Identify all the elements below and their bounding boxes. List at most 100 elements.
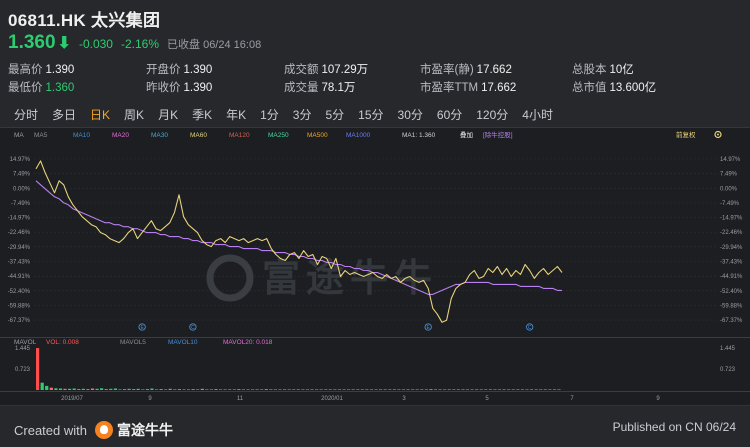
volume-bar — [310, 389, 314, 390]
ma-legend-item: MA500 — [307, 132, 328, 139]
y-tick-label: 14.97% — [720, 157, 741, 163]
settings-gear-icon[interactable] — [714, 130, 722, 139]
volume-bar — [72, 388, 76, 390]
event-marker-icon[interactable]: C — [526, 323, 534, 331]
tab-period[interactable]: 分时 — [14, 106, 38, 123]
volume-bar — [333, 389, 337, 390]
tab-period[interactable]: 30分 — [398, 106, 423, 123]
tab-period[interactable]: 4小时 — [522, 106, 553, 123]
mavol5-label: MAVOL5 — [120, 339, 146, 346]
tab-period[interactable]: 日K — [90, 106, 110, 123]
kline-chart-panel[interactable]: 富途牛牛 MA MA1: 1.360 叠加 [除牛控股] 前复权 MA5 MA10… — [0, 127, 750, 405]
stock-title: 06811.HK 太兴集团 — [8, 6, 160, 31]
volume-bar — [36, 348, 40, 390]
event-marker-icon[interactable]: E — [138, 323, 146, 331]
volume-bar — [411, 389, 415, 390]
x-tick-label: 7 — [570, 396, 574, 402]
volume-bar — [502, 389, 506, 390]
ma1-value: MA1: 1.360 — [402, 132, 436, 139]
adjust-mode-button[interactable]: 前复权 — [676, 130, 696, 139]
volume-bar — [68, 388, 72, 390]
stat-item: 市盈率(静) 17.662 — [420, 61, 512, 77]
volume-bar — [287, 389, 291, 390]
volume-bar — [164, 389, 168, 390]
vol-value: VOL: 0.008 — [46, 339, 79, 346]
volume-bar — [470, 389, 474, 390]
watermark-logo-icon — [206, 254, 254, 302]
volume-bar — [177, 389, 181, 390]
volume-bar — [232, 389, 236, 390]
svg-text:E: E — [140, 325, 144, 331]
futu-logo-icon — [94, 421, 113, 439]
y-tick-label: -44.91% — [8, 274, 31, 280]
brand-name: 富途牛牛 — [116, 422, 173, 438]
volume-tick-label: 1.445 — [720, 346, 736, 352]
volume-bar — [534, 389, 538, 390]
kline-chart[interactable]: 富途牛牛 MA MA1: 1.360 叠加 [除牛控股] 前复权 MA5 MA10… — [0, 128, 750, 406]
volume-bar — [292, 389, 296, 390]
stat-item: 最低价 1.360 — [8, 79, 74, 95]
volume-bar — [241, 389, 245, 390]
volume-bar — [109, 388, 113, 390]
event-marker-icon[interactable]: E — [424, 323, 432, 331]
tab-period[interactable]: 60分 — [437, 106, 462, 123]
tab-period[interactable]: 月K — [158, 106, 178, 123]
tab-period[interactable]: 3分 — [293, 106, 312, 123]
volume-bar — [196, 389, 200, 390]
volume-bar — [301, 389, 305, 390]
volume-bar — [420, 389, 424, 390]
volume-bars — [36, 348, 561, 390]
tab-period[interactable]: 5分 — [325, 106, 344, 123]
svg-text:C: C — [528, 325, 532, 331]
volume-bar — [319, 389, 323, 390]
tab-period[interactable]: 15分 — [358, 106, 383, 123]
y-tick-label: -7.49% — [720, 201, 740, 207]
volume-bar — [95, 388, 99, 390]
y-axis-left: 14.97% 7.49% 0.00% -7.49% -14.97% -22.46% -29.… — [8, 157, 31, 324]
volume-bar — [251, 389, 255, 390]
period-tabs: 分时 多日 日K 周K 月K 季K 年K 1分 3分 5分 15分 30分 60分 120分 4小时 — [0, 102, 750, 126]
volume-bar — [516, 389, 520, 390]
volume-bar — [305, 389, 310, 390]
overlay-button[interactable]: 叠加 — [460, 130, 473, 139]
created-with: Created with 富途牛牛 — [14, 420, 173, 440]
tab-period[interactable]: 多日 — [52, 106, 76, 123]
tab-period[interactable]: 年K — [226, 106, 246, 123]
volume-bar — [461, 389, 465, 390]
volume-bar — [360, 389, 364, 390]
volume-bar — [104, 389, 108, 390]
volume-bar — [324, 389, 328, 390]
volume-bar — [328, 389, 332, 390]
volume-bar — [401, 389, 406, 390]
volume-bar — [383, 389, 387, 390]
volume-bar — [269, 389, 273, 390]
stat-value: 1.390 — [183, 82, 213, 94]
volume-bar — [45, 385, 49, 390]
event-marker-icon[interactable]: C — [189, 323, 197, 331]
volume-bar — [255, 389, 259, 390]
tab-period[interactable]: 120分 — [476, 106, 508, 123]
x-tick-label: 2019/07 — [61, 396, 83, 402]
x-tick-label: 11 — [237, 396, 244, 402]
down-arrow-icon: ⬇ — [57, 35, 71, 52]
volume-bar — [118, 389, 122, 390]
y-tick-label: -44.91% — [720, 274, 743, 280]
volume-bar — [141, 389, 145, 390]
y-tick-label: -37.43% — [8, 260, 31, 266]
volume-bar — [58, 388, 63, 390]
overlay-stock-name[interactable]: [除牛控股] — [483, 130, 513, 139]
tab-period[interactable]: 季K — [192, 106, 212, 123]
volume-bar — [113, 388, 117, 390]
volume-bar — [424, 389, 428, 390]
tab-period[interactable]: 1分 — [260, 106, 279, 123]
y-tick-label: -7.49% — [11, 201, 31, 207]
volume-bar — [296, 389, 300, 390]
volume-bar — [379, 389, 383, 390]
tab-period[interactable]: 周K — [124, 106, 144, 123]
volume-bar — [433, 389, 438, 390]
volume-bar — [173, 389, 177, 390]
volume-bar — [283, 389, 287, 390]
y-tick-label: -22.46% — [8, 230, 31, 236]
volume-bar — [264, 389, 268, 390]
volume-bar — [136, 388, 140, 390]
